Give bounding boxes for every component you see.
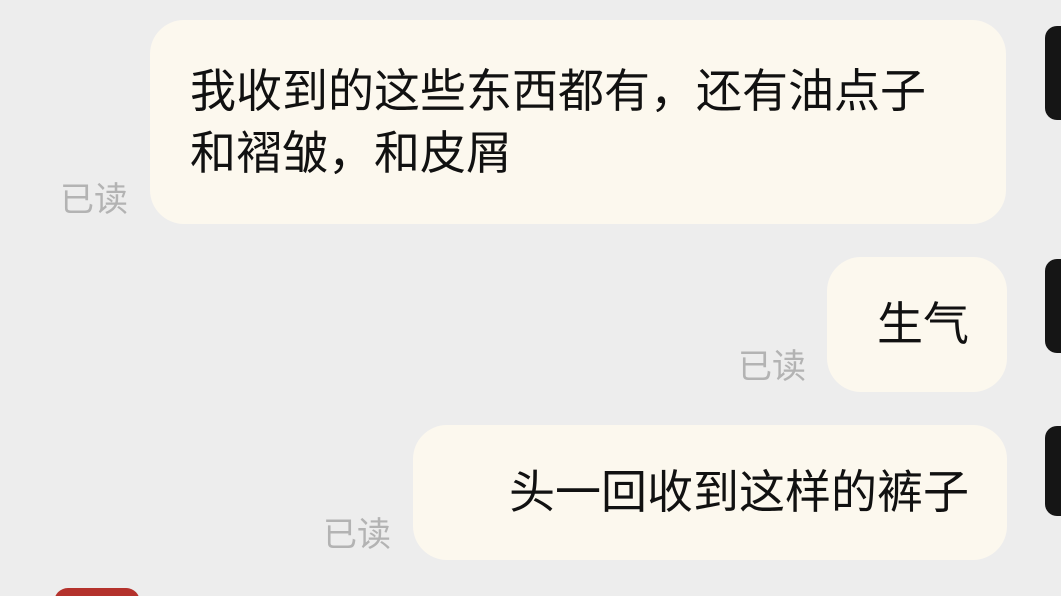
message-text: 我收到的这些东西都有，还有油点子和褶皱，和皮屑 <box>190 64 926 180</box>
message-bubble[interactable]: 我收到的这些东西都有，还有油点子和褶皱，和皮屑 <box>150 20 1006 224</box>
message-text: 生气 <box>877 297 969 351</box>
read-status: 已读 <box>738 347 806 387</box>
avatar[interactable] <box>1045 259 1061 353</box>
chat-conversation: 我收到的这些东西都有，还有油点子和褶皱，和皮屑 已读 生气 已读 头一回收到这样… <box>0 0 1061 596</box>
message-bubble[interactable]: 生气 <box>827 257 1007 392</box>
avatar[interactable] <box>1045 26 1061 120</box>
message-text: 头一回收到这样的裤子 <box>509 465 969 519</box>
message-bubble[interactable]: 头一回收到这样的裤子 <box>413 425 1007 560</box>
partial-bottom-badge <box>54 588 140 596</box>
read-status: 已读 <box>323 515 391 555</box>
read-status: 已读 <box>60 180 128 220</box>
avatar[interactable] <box>1045 426 1061 516</box>
